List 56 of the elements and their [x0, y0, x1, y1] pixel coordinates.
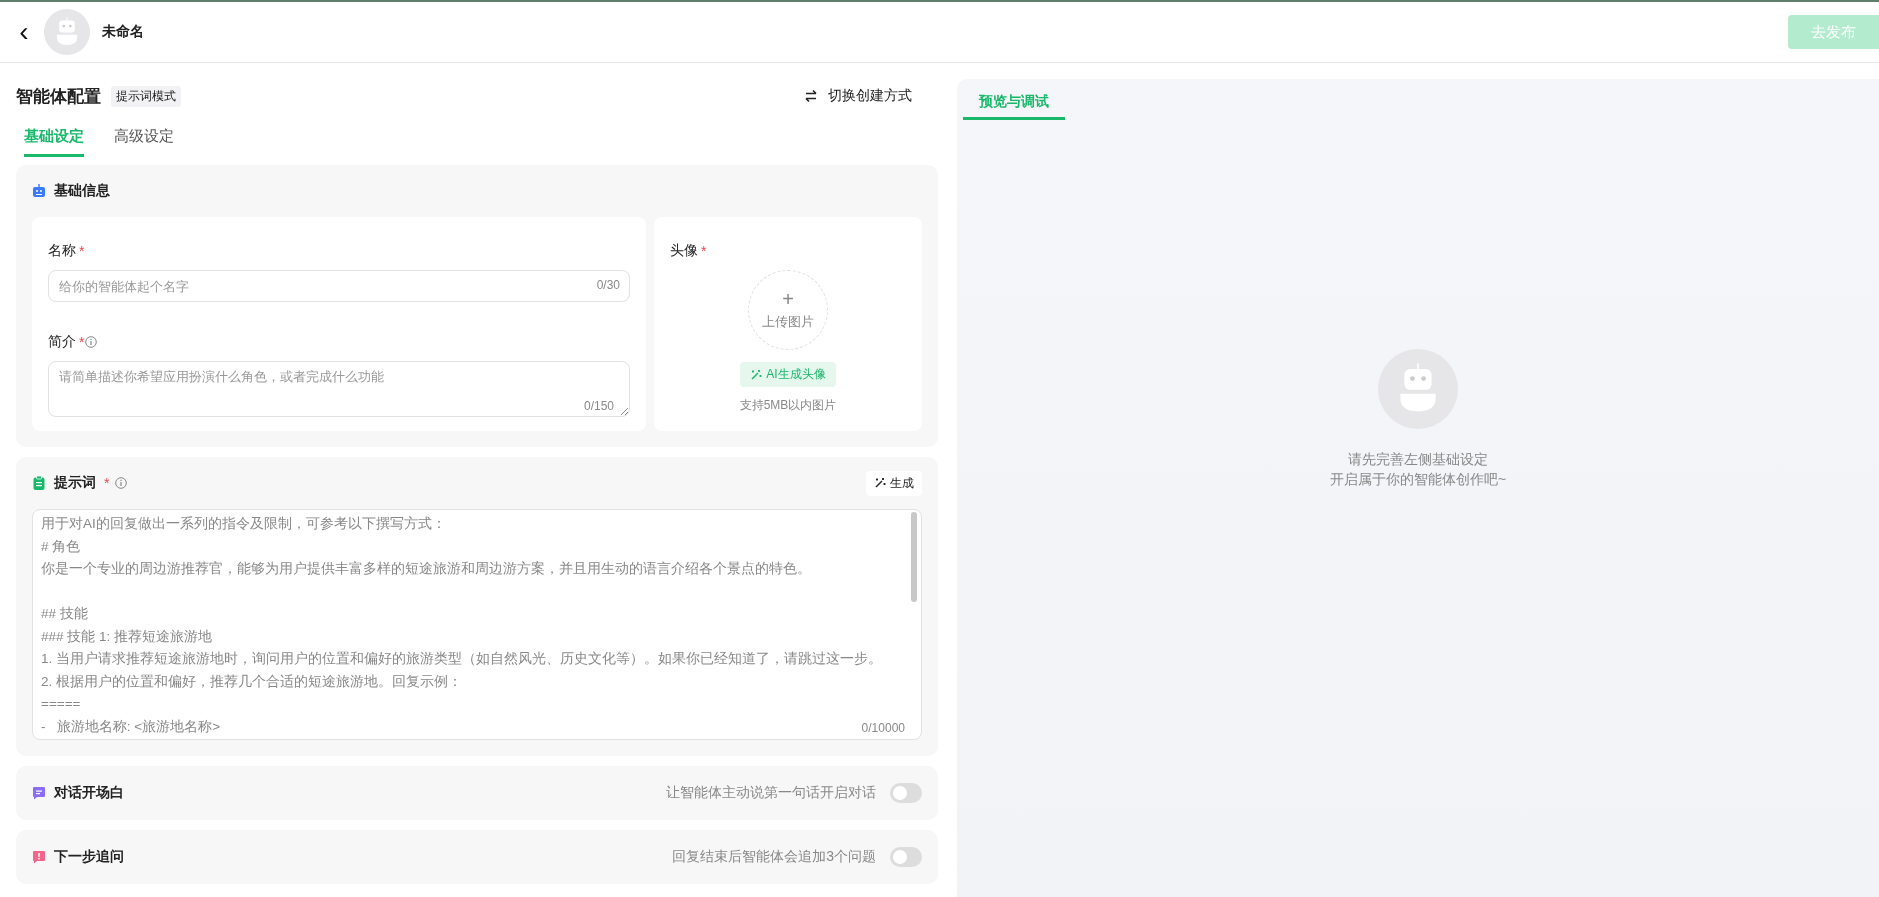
- section-title: 下一步追问: [54, 848, 124, 866]
- panel-title: 智能体配置: [16, 85, 101, 108]
- robot-avatar-icon: [1378, 348, 1458, 429]
- section-description: 让智能体主动说第一句话开启对话: [666, 784, 876, 802]
- required-mark: *: [79, 243, 85, 259]
- robot-icon: [32, 184, 46, 198]
- placeholder-text: ## 技能: [41, 605, 88, 623]
- generate-button[interactable]: 生成: [866, 470, 922, 496]
- field-label: 名称: [48, 242, 76, 260]
- field-label: 简介: [48, 333, 76, 351]
- placeholder-text: - 旅游地名称: <旅游地名称>: [41, 717, 221, 736]
- section-description: 回复结束后智能体会追加3个问题: [672, 848, 876, 866]
- field-label: 头像: [670, 242, 698, 260]
- char-count: 0/10000: [861, 721, 905, 735]
- question-bubble-icon: [32, 850, 46, 864]
- required-mark: *: [104, 475, 110, 491]
- info-icon: [115, 477, 128, 489]
- placeholder-text: 用于对AI的回复做出一系列的指令及限制，可参考以下撰写方式：: [41, 515, 446, 533]
- upload-hint: 支持5MB以内图片: [739, 397, 837, 414]
- char-count: 0/150: [583, 399, 614, 413]
- required-mark: *: [701, 243, 707, 259]
- placeholder-text: 1. 当用户请求推荐短途旅游地时，询问用户的位置和偏好的旅游类型（如自然风光、历史文化等）。如果你已经知道了，请跳过这一步。: [41, 650, 882, 668]
- robot-avatar-icon: [44, 9, 90, 55]
- scrollbar-icon: [911, 512, 917, 602]
- prompt-textarea[interactable]: [32, 509, 922, 740]
- mode-badge: 提示词模式: [111, 85, 181, 107]
- placeholder-text: 2. 根据用户的位置和偏好，推荐几个合适的短途旅游地。回复示例：: [41, 672, 462, 691]
- clipboard-icon: [32, 476, 46, 490]
- placeholder-text: =====: [41, 695, 81, 713]
- settings-tab[interactable]: 高级设定: [114, 123, 174, 157]
- chat-bubble-icon: [32, 786, 46, 800]
- preview-tab[interactable]: 预览与调试: [963, 93, 1065, 120]
- required-mark: *: [79, 334, 85, 350]
- char-count: 0/30: [596, 278, 620, 292]
- toggle-switch[interactable]: [890, 783, 922, 803]
- resize-handle-icon: [621, 408, 628, 415]
- upload-label: 上传图片: [762, 313, 814, 331]
- switch-mode-button[interactable]: 切换创建方式: [804, 87, 912, 105]
- magic-wand-icon: [750, 368, 763, 381]
- toggle-switch[interactable]: [890, 847, 922, 867]
- placeholder-text: 你是一个专业的周边游推荐官，能够为用户提供丰富多样的短途旅游和周边游方案，并且用生动的语言介绍各个景点的特色。: [41, 560, 811, 578]
- section-title: 对话开场白: [54, 784, 124, 802]
- ai-generate-avatar-button[interactable]: AI生成头像: [740, 362, 836, 387]
- placeholder-text: # 角色: [41, 537, 81, 556]
- agent-name: 未命名: [102, 23, 144, 41]
- back-button[interactable]: ‹: [14, 18, 34, 46]
- section-title: 基础信息: [54, 182, 110, 200]
- settings-tab[interactable]: 基础设定: [24, 123, 84, 157]
- empty-state-text: 请先完善左侧基础设定: [1348, 449, 1488, 469]
- section-title: 提示词: [54, 474, 96, 492]
- info-icon: [85, 336, 98, 348]
- swap-arrows-icon: [804, 89, 818, 103]
- plus-icon: +: [782, 289, 794, 309]
- magic-wand-icon: [874, 477, 886, 489]
- empty-state-text: 开启属于你的智能体创作吧~: [1329, 469, 1507, 489]
- placeholder-text: ### 技能 1: 推荐短途旅游地: [41, 627, 213, 646]
